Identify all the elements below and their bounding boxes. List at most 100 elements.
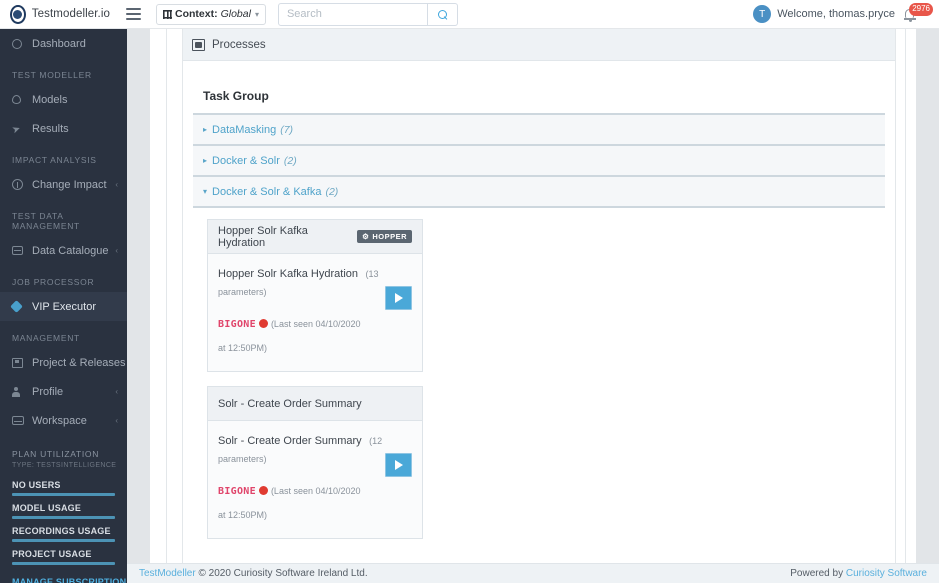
accordion-body-docker-solr-kafka: Hopper Solr Kafka Hydration ⚙ HOPPER Hop… (193, 208, 885, 563)
process-card-title-row: Solr - Create Order Summary (12 paramete… (218, 431, 412, 467)
process-card-body: Hopper Solr Kafka Hydration (13 paramete… (208, 254, 422, 371)
run-process-button[interactable] (385, 453, 412, 477)
accordion-label: Docker & Solr (212, 155, 280, 167)
plan-meter-label: PROJECT USAGE (12, 544, 115, 562)
sidebar-item-change-impact[interactable]: Change Impact ‹ (0, 170, 127, 199)
results-icon: ➤ (11, 121, 30, 137)
task-group-heading: Task Group (193, 69, 885, 115)
processes-icon (192, 39, 205, 51)
manage-subscription-link[interactable]: MANAGE SUBSCRIPTION (0, 567, 127, 583)
welcome-text: Welcome, thomas.pryce (777, 8, 895, 20)
chevron-right-icon: ‹ (115, 246, 118, 255)
sidebar-item-workspace[interactable]: Workspace ‹ (0, 406, 127, 435)
sidebar-item-profile[interactable]: Profile ‹ (0, 377, 127, 406)
hamburger-menu-icon[interactable] (120, 4, 146, 24)
sidebar-item-dashboard[interactable]: Dashboard (0, 29, 127, 58)
run-process-button[interactable] (385, 286, 412, 310)
context-selector[interactable]: Context: Global ▾ (156, 4, 266, 25)
sidebar-item-models[interactable]: Models (0, 85, 127, 114)
sidebar-item-vip-executor[interactable]: VIP Executor (0, 292, 127, 321)
process-card[interactable]: Solr - Create Order Summary Solr - Creat… (207, 386, 423, 539)
sidebar-section-test-data-management: TEST DATA MANAGEMENT (0, 199, 127, 236)
accordion-row-docker-solr-kafka[interactable]: ▾ Docker & Solr & Kafka (2) (193, 177, 885, 208)
process-card-status-text: BIGONE(Last seen 04/10/2020 at 12:50PM) (218, 311, 368, 359)
sidebar-item-label: Profile (32, 386, 63, 398)
accordion-label: DataMasking (212, 124, 276, 136)
sidebar-item-results[interactable]: ➤ Results (0, 114, 127, 143)
sidebar: Dashboard TEST MODELLER Models ➤ Results… (0, 29, 127, 583)
context-label: Context: (175, 8, 218, 20)
sidebar-item-label: Data Catalogue (32, 245, 108, 257)
accordion-count: (7) (280, 124, 293, 136)
project-releases-icon (12, 358, 28, 368)
process-card-header: Hopper Solr Kafka Hydration ⚙ HOPPER (208, 220, 422, 254)
search-button[interactable] (428, 3, 458, 26)
sidebar-section-management: MANAGEMENT (0, 321, 127, 348)
context-grid-icon (163, 10, 172, 19)
powered-by-link[interactable]: Curiosity Software (846, 568, 927, 579)
avatar[interactable]: T (753, 5, 771, 23)
sidebar-item-label: Change Impact (32, 179, 107, 191)
page-header: Processes (183, 29, 895, 61)
accordion-row-docker-solr[interactable]: ▸ Docker & Solr (2) (193, 146, 885, 177)
status-badge: BIGONE (218, 319, 256, 330)
chevron-right-icon: ‹ (115, 180, 118, 189)
sidebar-item-project-releases[interactable]: Project & Releases (0, 348, 127, 377)
sidebar-item-label: VIP Executor (32, 301, 96, 313)
powered-by-label: Powered by (790, 568, 843, 579)
notifications-button[interactable]: 2976 (901, 3, 931, 25)
testmodeller-logo-icon (10, 5, 26, 24)
accordion-row-datamasking[interactable]: ▸ DataMasking (7) (193, 115, 885, 146)
plan-meter-bar (12, 493, 115, 496)
plan-meter-bar (12, 539, 115, 542)
play-icon (395, 293, 403, 303)
chevron-right-icon: ‹ (115, 416, 118, 425)
workspace-icon (12, 416, 28, 425)
process-card-status-text: BIGONE(Last seen 04/10/2020 at 12:50PM) (218, 478, 368, 526)
status-dot-icon (259, 486, 268, 495)
footer: TestModeller © 2020 Curiosity Software I… (127, 563, 939, 583)
plan-meter-model-usage: MODEL USAGE (0, 498, 127, 519)
cogs-icon: ⚙ (362, 233, 369, 241)
process-card[interactable]: Hopper Solr Kafka Hydration ⚙ HOPPER Hop… (207, 219, 423, 372)
task-group-panel: Task Group ▸ DataMasking (7) ▸ Docker & … (183, 69, 895, 563)
sidebar-section-job-processor: JOB PROCESSOR (0, 265, 127, 292)
right-gutter-divider (905, 29, 906, 563)
brand-name: Testmodeller.io (32, 8, 110, 20)
top-bar: Testmodeller.io Context: Global ▾ T Welc… (0, 0, 939, 29)
plan-meter-label: RECORDINGS USAGE (12, 521, 115, 539)
process-card-header: Solr - Create Order Summary (208, 387, 422, 421)
status-badge: BIGONE (218, 486, 256, 497)
process-card-body: Solr - Create Order Summary (12 paramete… (208, 421, 422, 538)
brand[interactable]: Testmodeller.io (0, 5, 110, 24)
search-icon (438, 10, 447, 19)
left-gutter-divider (166, 29, 167, 563)
left-gutter (127, 29, 150, 563)
process-card-status-row: BIGONE(Last seen 04/10/2020 at 12:50PM) (218, 478, 412, 526)
footer-right: Powered by Curiosity Software (790, 568, 927, 579)
change-impact-icon (12, 179, 28, 190)
accordion-count: (2) (325, 186, 338, 198)
context-value: Global (221, 8, 251, 20)
sidebar-item-label: Dashboard (32, 38, 86, 50)
data-catalogue-icon (12, 246, 28, 255)
sidebar-item-label: Workspace (32, 415, 87, 427)
play-icon (395, 460, 403, 470)
plan-meter-bar (12, 516, 115, 519)
process-card-status-row: BIGONE(Last seen 04/10/2020 at 12:50PM) (218, 311, 412, 359)
plan-utilization-heading: PLAN UTILIZATION (0, 435, 127, 459)
footer-brand-link[interactable]: TestModeller (139, 568, 196, 579)
search-field-wrap[interactable] (278, 3, 428, 26)
process-card-title-row: Hopper Solr Kafka Hydration (13 paramete… (218, 264, 412, 300)
status-dot-icon (259, 319, 268, 328)
hopper-badge: ⚙ HOPPER (357, 230, 412, 244)
plan-meter-label: MODEL USAGE (12, 498, 115, 516)
footer-left: TestModeller © 2020 Curiosity Software I… (139, 568, 368, 579)
process-card-title: Hopper Solr Kafka Hydration (218, 268, 358, 280)
search-input[interactable] (287, 8, 419, 20)
sidebar-item-data-catalogue[interactable]: Data Catalogue ‹ (0, 236, 127, 265)
sidebar-item-label: Project & Releases (32, 357, 126, 369)
top-bar-right: T Welcome, thomas.pryce 2976 (753, 3, 939, 25)
plan-meter-project-usage: PROJECT USAGE (0, 544, 127, 565)
sidebar-section-impact-analysis: IMPACT ANALYSIS (0, 143, 127, 170)
